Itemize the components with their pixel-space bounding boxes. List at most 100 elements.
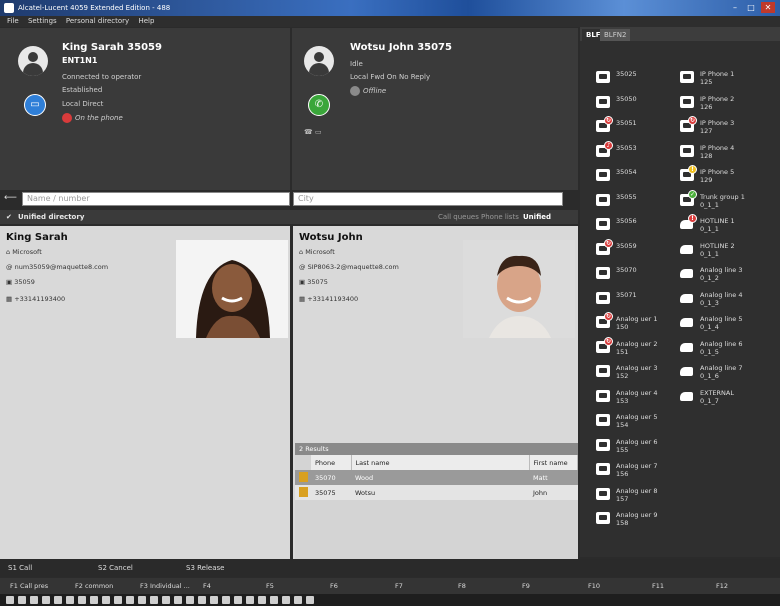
- contact-email[interactable]: @ SIP8063-2@maquette8.com: [299, 263, 399, 271]
- toolbar-icon[interactable]: [270, 596, 278, 604]
- toolbar-icon[interactable]: [174, 596, 182, 604]
- column-last-name[interactable]: Last name: [351, 455, 530, 470]
- blf-item[interactable]: 35056: [596, 214, 686, 236]
- function-key[interactable]: F10: [588, 578, 600, 594]
- toolbar-icon[interactable]: [150, 596, 158, 604]
- menu-settings[interactable]: Settings: [28, 16, 57, 27]
- blf-item[interactable]: ↻ 35051: [596, 116, 686, 138]
- toolbar-icon[interactable]: [18, 596, 26, 604]
- toolbar-icon[interactable]: [294, 596, 302, 604]
- blf-item[interactable]: HOTLINE 2 0_1_1: [680, 239, 770, 261]
- function-key[interactable]: F5: [266, 578, 274, 594]
- blf-item[interactable]: ! HOTLINE 1 0_1_1: [680, 214, 770, 236]
- blf-item[interactable]: Analog line 6 0_1_5: [680, 337, 770, 359]
- function-key[interactable]: F9: [522, 578, 530, 594]
- blf-item[interactable]: EXTERNAL 0_1_7: [680, 386, 770, 408]
- tab-blfn2[interactable]: BLFN2: [600, 29, 631, 41]
- toolbar-icon[interactable]: [42, 596, 50, 604]
- blf-item[interactable]: ↻ Analog uer 2 151: [596, 336, 686, 359]
- function-key[interactable]: F12: [716, 578, 728, 594]
- blf-item[interactable]: 35054: [596, 165, 686, 187]
- blf-item[interactable]: 35055: [596, 190, 686, 212]
- blf-item[interactable]: Analog line 4 0_1_3: [680, 288, 770, 310]
- contact-email[interactable]: @ num35059@maquette8.com: [6, 263, 108, 271]
- blf-item[interactable]: IP Phone 1 125: [680, 67, 770, 89]
- blf-item[interactable]: Analog uer 6 155: [596, 435, 686, 457]
- maximize-button[interactable]: □: [744, 2, 758, 13]
- toolbar-icon[interactable]: [138, 596, 146, 604]
- blf-item[interactable]: Analog uer 9 158: [596, 508, 686, 530]
- toolbar-icon[interactable]: [234, 596, 242, 604]
- contact-extension[interactable]: ▣ 35075: [299, 278, 328, 286]
- function-key[interactable]: F1 Call pres: [10, 578, 48, 594]
- blf-item[interactable]: ♪ 35053: [596, 140, 686, 163]
- menu-personal-directory[interactable]: Personal directory: [66, 16, 129, 27]
- chat-button[interactable]: ▭: [24, 94, 46, 116]
- toolbar-icon[interactable]: [162, 596, 170, 604]
- table-row[interactable]: 35075 Wotsu John: [295, 485, 578, 500]
- blf-item[interactable]: 35070: [596, 263, 686, 285]
- toolbar-icon[interactable]: [78, 596, 86, 604]
- softkey-call[interactable]: S1 Call: [8, 559, 32, 577]
- tab-phone-lists[interactable]: Phone lists: [481, 210, 519, 224]
- function-key[interactable]: F3 Individual ...: [140, 578, 190, 594]
- minimize-button[interactable]: –: [728, 2, 742, 13]
- blf-item[interactable]: ✓ Trunk group 1 0_1_1: [680, 189, 770, 212]
- contact-card-king-sarah[interactable]: King Sarah ⌂ Microsoft @ num35059@maquet…: [0, 226, 290, 559]
- blf-item[interactable]: ↻ 35059: [596, 238, 686, 261]
- blf-item[interactable]: 35071: [596, 288, 686, 310]
- function-key[interactable]: F2 common: [75, 578, 113, 594]
- tab-call-queues[interactable]: Call queues: [438, 210, 479, 224]
- toolbar-icon[interactable]: [282, 596, 290, 604]
- blf-item[interactable]: ! IP Phone 5 129: [680, 165, 770, 187]
- toolbar-icon[interactable]: [30, 596, 38, 604]
- toolbar-icon[interactable]: [306, 596, 314, 604]
- blf-item[interactable]: Analog uer 8 157: [596, 484, 686, 506]
- blf-item[interactable]: Analog uer 5 154: [596, 410, 686, 432]
- blf-item[interactable]: Analog uer 3 152: [596, 361, 686, 383]
- toolbar-icon[interactable]: [186, 596, 194, 604]
- function-key[interactable]: F8: [458, 578, 466, 594]
- blf-item[interactable]: Analog line 7 0_1_6: [680, 361, 770, 383]
- city-input[interactable]: City: [293, 192, 563, 206]
- blf-item[interactable]: Analog line 3 0_1_2: [680, 263, 770, 285]
- toolbar-icon[interactable]: [126, 596, 134, 604]
- toolbar-icon[interactable]: [6, 596, 14, 604]
- toolbar-icon[interactable]: [54, 596, 62, 604]
- blf-item[interactable]: Analog line 5 0_1_4: [680, 312, 770, 334]
- function-key[interactable]: F11: [652, 578, 664, 594]
- menu-file[interactable]: File: [7, 16, 19, 27]
- toolbar-icon[interactable]: [102, 596, 110, 604]
- menu-help[interactable]: Help: [138, 16, 154, 27]
- softkey-cancel[interactable]: S2 Cancel: [98, 559, 133, 577]
- answer-call-button[interactable]: ✆: [308, 94, 330, 116]
- toolbar-icon[interactable]: [222, 596, 230, 604]
- blf-item[interactable]: Analog uer 4 153: [596, 386, 686, 408]
- blf-item[interactable]: ↻ Analog uer 1 150: [596, 312, 686, 334]
- blf-item[interactable]: IP Phone 2 126: [680, 92, 770, 114]
- softkey-release[interactable]: S3 Release: [186, 559, 224, 577]
- blf-item[interactable]: IP Phone 4 128: [680, 141, 770, 163]
- function-key[interactable]: F6: [330, 578, 338, 594]
- function-key[interactable]: F4: [203, 578, 211, 594]
- blf-item[interactable]: 35050: [596, 92, 686, 114]
- toolbar-icon[interactable]: [198, 596, 206, 604]
- contact-phone[interactable]: ▦ +33141193400: [6, 295, 65, 303]
- toolbar-icon[interactable]: [66, 596, 74, 604]
- toolbar-icon[interactable]: [258, 596, 266, 604]
- table-row[interactable]: 35070 Wood Matt: [295, 470, 578, 485]
- column-phone[interactable]: Phone: [311, 455, 352, 470]
- blf-item[interactable]: ↻ IP Phone 3 127: [680, 116, 770, 138]
- function-key[interactable]: F7: [395, 578, 403, 594]
- contact-phone[interactable]: ▦ +33141193400: [299, 295, 358, 303]
- contact-extension[interactable]: ▣ 35059: [6, 278, 35, 286]
- toolbar-icon[interactable]: [246, 596, 254, 604]
- blf-item[interactable]: 35025: [596, 67, 686, 89]
- close-button[interactable]: ✕: [761, 2, 775, 13]
- toolbar-icon[interactable]: [90, 596, 98, 604]
- column-first-name[interactable]: First name: [529, 455, 578, 470]
- back-arrow-icon[interactable]: ⟵: [4, 193, 17, 203]
- toolbar-icon[interactable]: [210, 596, 218, 604]
- name-number-input[interactable]: Name / number: [22, 192, 290, 206]
- toolbar-icon[interactable]: [114, 596, 122, 604]
